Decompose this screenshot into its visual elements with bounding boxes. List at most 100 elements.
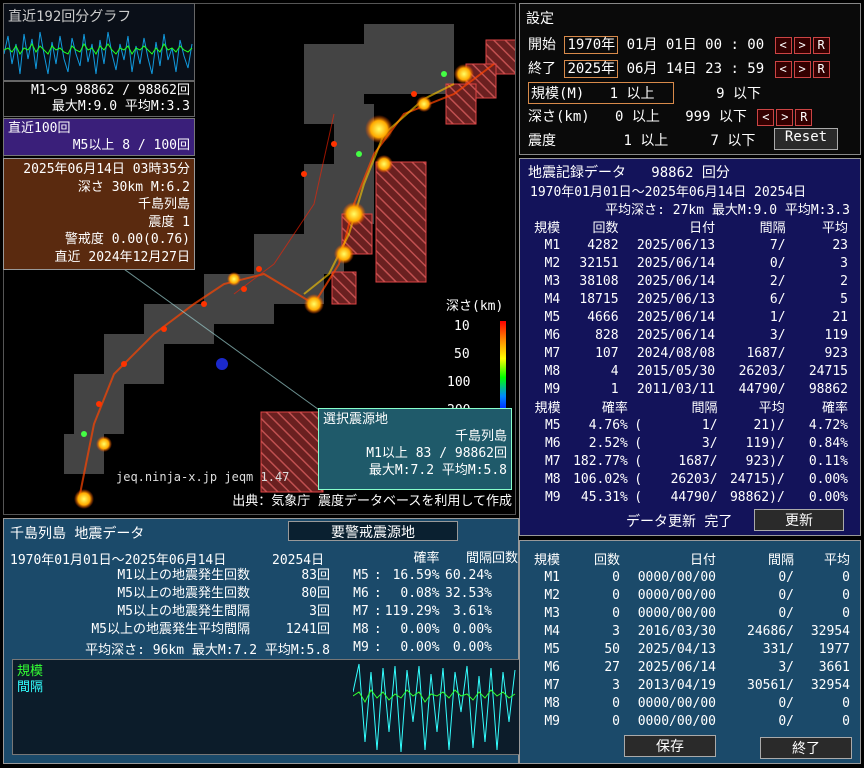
depth-prev-button[interactable]: < [757,108,775,126]
records-row: M9 1 2011/03/11 44790/98862 [528,380,848,398]
cell: 3/ [701,435,718,451]
column-header [348,547,369,566]
end-date-field[interactable]: 06月 14日 23 : 59 [627,61,765,77]
depth-tick-10: 10 [454,319,470,334]
reset-button[interactable]: Reset [774,128,838,150]
column-header: 平均 [823,553,850,568]
region-stat-line: M5以上の地震発生回数 80回 [10,585,330,603]
cell: M1 [544,237,561,253]
selected-area-region: 千島列島 [454,429,507,444]
start-label: 開始 [528,37,556,53]
cell: 331/ [762,641,794,657]
column-header: 日付 [689,221,716,236]
settings-title: 設定 [526,11,554,27]
recent-100-panel: 直近100回 M5以上 8 / 100回 [3,118,195,156]
depth-max[interactable]: 999 [685,109,710,125]
cell: 0000/00/00 [637,569,716,585]
start-date-field[interactable]: 01月 01日 00 : 00 [627,37,765,53]
cell: 0.00% [452,621,492,637]
scale-min-unit: 以上 [626,86,655,102]
cell: 1687/ [746,345,786,361]
region-stats: M1以上の地震発生回数 83回 M5以上の地震発生回数 80回 M5以上の地震発生間隔 3… [10,567,330,639]
cell: 0000/00/00 [637,605,716,621]
cell: 0 [612,569,620,585]
region-mag-row: M8 0 0000/00/00 0/0 [528,694,850,712]
cell: 0/ [778,695,794,711]
records-row: M8 4 2015/05/30 26203/24715 [528,362,848,380]
cell: M6 [544,435,561,451]
depth-next-button[interactable]: > [776,108,794,126]
records-row: M2 32151 2025/06/14 0/3 [528,254,848,272]
start-next-button[interactable]: > [793,36,811,54]
cell: M5 [544,309,561,325]
cell: 923 [824,345,848,361]
column-header: 規模 [534,221,561,236]
depth-reset-button[interactable]: R [795,108,813,126]
cell: M7 [353,603,369,619]
column-header: 間隔 [767,553,794,568]
cell: 5 [840,291,848,307]
region-prob-row: M5:16.59% 60.24% [348,566,518,584]
cell: 0.00% [808,471,848,487]
cell: M9 [353,639,369,655]
start-reset-button[interactable]: R [812,36,830,54]
end-next-button[interactable]: > [793,60,811,78]
tab-alert-areas[interactable]: 要警戒震源地 [288,521,458,541]
cell: 2025/06/14 [636,309,716,325]
end-prev-button[interactable]: < [774,60,792,78]
cell: : [373,603,382,619]
save-button[interactable]: 保存 [624,735,716,757]
cell: 18715 [579,291,619,307]
region-stat-line: M5以上の地震発生間隔 3回 [10,603,330,621]
column-header: 確率 [601,401,628,416]
end-year-field[interactable]: 2025年 [564,60,619,78]
cell: ( [634,417,643,433]
cell: M9 [544,381,561,397]
start-prev-button[interactable]: < [774,36,792,54]
cell: 0 [612,605,620,621]
cell: 4282 [587,237,619,253]
column-header: 平均 [758,401,785,416]
end-reset-button[interactable]: R [812,60,830,78]
quit-button[interactable]: 終了 [760,737,852,759]
region-mag-row: M7 3 2013/04/19 30561/32954 [528,676,850,694]
cell: 0.00% [400,639,440,655]
prob-header: 規模 確率 間隔 平均 確率 [528,397,848,416]
region-graph: 規模 間隔 [12,659,520,755]
prob-row: M9 45.31% (44790/98862)/ 0.00% [528,488,848,506]
region-stat-label: M5以上の地震発生平均間隔 [91,622,250,637]
cell: 2016/03/30 [637,623,716,639]
region-days: 20254日 [272,553,325,568]
cell: M2 [544,255,561,271]
cell: 0 [612,587,620,603]
intensity-max[interactable]: 7 [710,133,718,149]
region-stat-value: 3回 [309,604,330,619]
depth-legend: 深さ(km) 10 50 100 200 [440,295,515,421]
cell: 24715)/ [729,471,785,487]
cell: ( [634,453,643,469]
scale-field[interactable]: 規模(M) 1 以上 [528,82,674,104]
cell: 0.00% [808,489,848,505]
cell: 4666 [587,309,619,325]
cell: 2013/04/19 [637,677,716,693]
region-stat-label: M5以上の地震発生回数 [117,586,250,601]
cell: 3.61% [452,603,492,619]
depth-min[interactable]: 0 [615,109,623,125]
quake-depth-mag: 深さ 30km M:6.2 [77,179,190,195]
cell: M5 [544,417,561,433]
scale-max-unit: 以下 [733,86,762,102]
cell: 0/ [778,587,794,603]
cell: 2025/04/13 [637,641,716,657]
intensity-min[interactable]: 1 [623,133,631,149]
cell: 45.31% [580,489,628,505]
cell: 3/ [778,659,794,675]
scale-max[interactable]: 9 [716,86,724,102]
recent-192-title: 直近192回分グラフ [8,9,132,25]
prob-row: M7 182.77% (1687/923)/ 0.11% [528,452,848,470]
cell: ( [634,489,643,505]
start-year-field[interactable]: 1970年 [564,36,619,54]
update-button[interactable]: 更新 [754,509,844,531]
region-mag-row: M4 3 2016/03/30 24686/32954 [528,622,850,640]
selected-area-mag: 最大M:7.2 平均M:5.8 [368,463,507,478]
selected-area-panel: 選択震源地 千島列島 M1以上 83 / 98862回 最大M:7.2 平均M:… [318,408,512,490]
